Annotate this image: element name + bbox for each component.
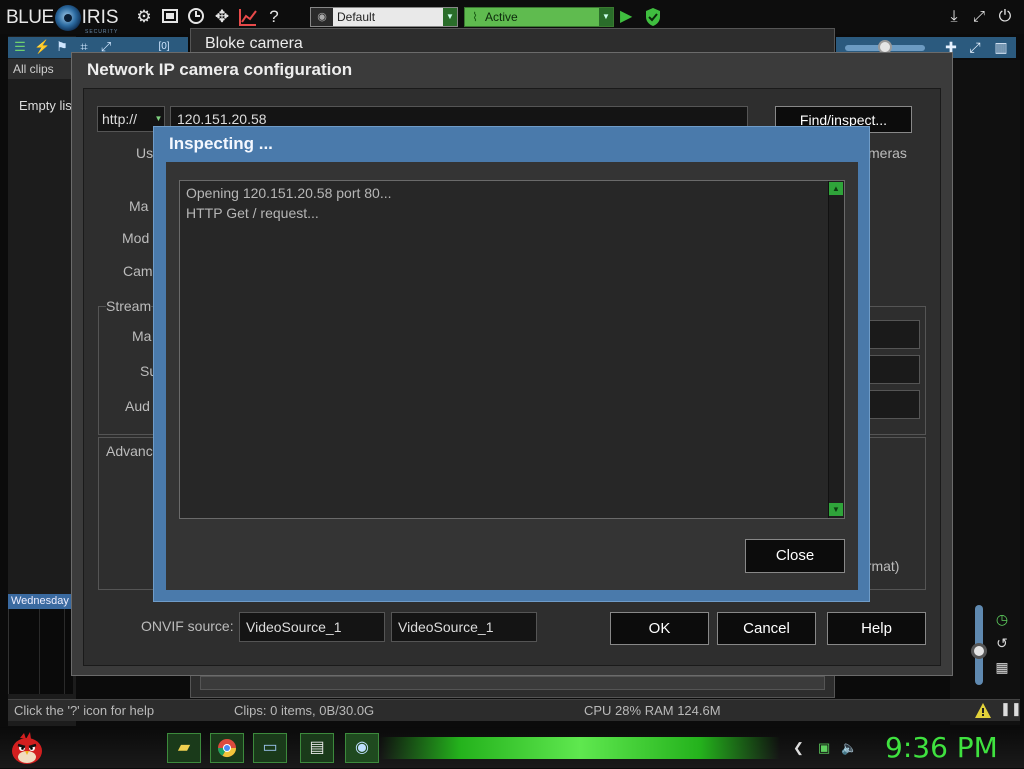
logo-eye-icon [54,5,81,31]
scroll-down-icon[interactable]: ▼ [829,503,843,516]
clips-filter-select[interactable]: All clips [8,59,73,79]
timeline-zoom-knob[interactable] [971,643,987,659]
clock-icon[interactable] [186,7,206,27]
window-icon[interactable]: ▭ [253,733,287,763]
status-clips-text: Clips: 0 items, 0B/30.0G [234,703,375,718]
main-stream-label: Ma [132,328,152,344]
network-icon[interactable]: ▣ [818,740,830,756]
status-resources-text: CPU 28% RAM 124.6M [584,703,721,718]
timeline-tick [64,609,65,694]
blueiris-icon[interactable]: ◉ [345,733,379,763]
undo-icon[interactable]: ↺ [992,634,1012,652]
log-line: HTTP Get / request... [186,205,319,221]
chrome-icon[interactable] [210,733,244,763]
schedule-icon: ⌇ [472,10,478,24]
fullscreen-icon[interactable]: ⤢ [966,38,984,56]
play-icon[interactable]: ▶ [620,7,638,27]
logo-word-iris: IRIS [81,7,119,28]
dialog-title: Network IP camera configuration [87,60,353,79]
onvif-source-field-2[interactable]: VideoSource_1 [391,612,537,642]
clips-list-icon[interactable]: ☰ [12,38,28,56]
logo-tagline: SECURITY [85,29,119,35]
inspect-log[interactable] [179,180,845,519]
onvif-source-field[interactable]: VideoSource_1 [239,612,385,642]
download-icon[interactable]: ⤓ [944,7,964,27]
gear-icon[interactable]: ⚙ [134,7,154,27]
timer-icon[interactable]: ◷ [992,610,1012,628]
cancel-button[interactable]: Cancel [717,612,816,645]
profile-value: Default [337,10,376,24]
ok-button[interactable]: OK [610,612,709,645]
columns-icon[interactable]: ▥ [992,38,1010,56]
taskbar-glow [380,737,780,759]
fullscreen-icon[interactable]: ⤢ [969,7,989,27]
camera-window-title: Bloke camera [205,35,303,52]
log-line: Opening 120.151.20.58 port 80... [186,185,392,201]
folder-icon[interactable]: ▰ [167,733,201,763]
profile-select[interactable]: ◉ Default ▼ [310,7,458,27]
calendar-icon[interactable]: ▦ [992,658,1012,676]
help-button[interactable]: Help [827,612,926,645]
taskbar-clock[interactable]: 9:36 PM [885,731,998,764]
start-button-icon[interactable] [8,730,46,766]
alerts-icon[interactable]: ⚡ [34,38,50,56]
shield-icon[interactable] [644,7,664,27]
timeline-tick [39,609,40,694]
timeline[interactable] [8,609,73,694]
pause-icon[interactable]: ❚❚ [1000,701,1022,717]
schedule-select[interactable]: ⌇ Active ▼ [464,7,614,27]
chevron-down-icon[interactable]: ▼ [599,8,613,26]
volume-icon[interactable]: 🔈 [841,740,857,756]
warning-icon[interactable] [974,702,992,719]
scroll-up-icon[interactable]: ▲ [829,182,843,195]
move-icon[interactable]: ✥ [212,7,232,27]
status-help-text: Click the '?' icon for help [14,703,155,718]
chevron-down-icon[interactable]: ▼ [443,8,457,26]
model-label: Mod [122,230,150,246]
onvif-source-label: ONVIF source: [141,618,234,634]
flag-icon[interactable]: ⚑ [54,38,70,56]
notepad-icon[interactable]: ▤ [300,733,334,763]
audio-label: Aud [125,398,150,414]
help-icon[interactable]: ? [264,7,284,27]
inspecting-dialog-title: Inspecting ... [169,134,273,153]
close-button[interactable]: Close [745,539,845,573]
blue-iris-logo: BLUE IRIS SECURITY [6,4,119,35]
profile-eye-icon: ◉ [311,8,333,26]
timeline-date-label: Wednesday [8,594,73,609]
camera-label: Cam [123,263,153,279]
user-label: Us [136,145,154,161]
streams-group-label: Stream [106,298,152,314]
status-bar [8,699,1020,721]
make-label: Ma [129,198,149,214]
advanced-group-label: Advanc [106,443,153,459]
camera-window-footer [200,676,825,690]
protocol-value: http:// [102,111,138,127]
clapper-icon[interactable] [160,7,180,27]
schedule-value: Active [485,10,518,24]
find-cameras-label: meras [868,145,907,161]
power-icon[interactable]: ⏻ [995,7,1015,27]
log-scrollbar[interactable] [828,181,844,518]
empty-list-text: Empty lis [19,98,72,113]
chart-icon[interactable] [238,7,258,27]
logo-word-blue: BLUE [6,7,54,28]
tray-expand-icon[interactable]: ❮ [793,740,804,756]
